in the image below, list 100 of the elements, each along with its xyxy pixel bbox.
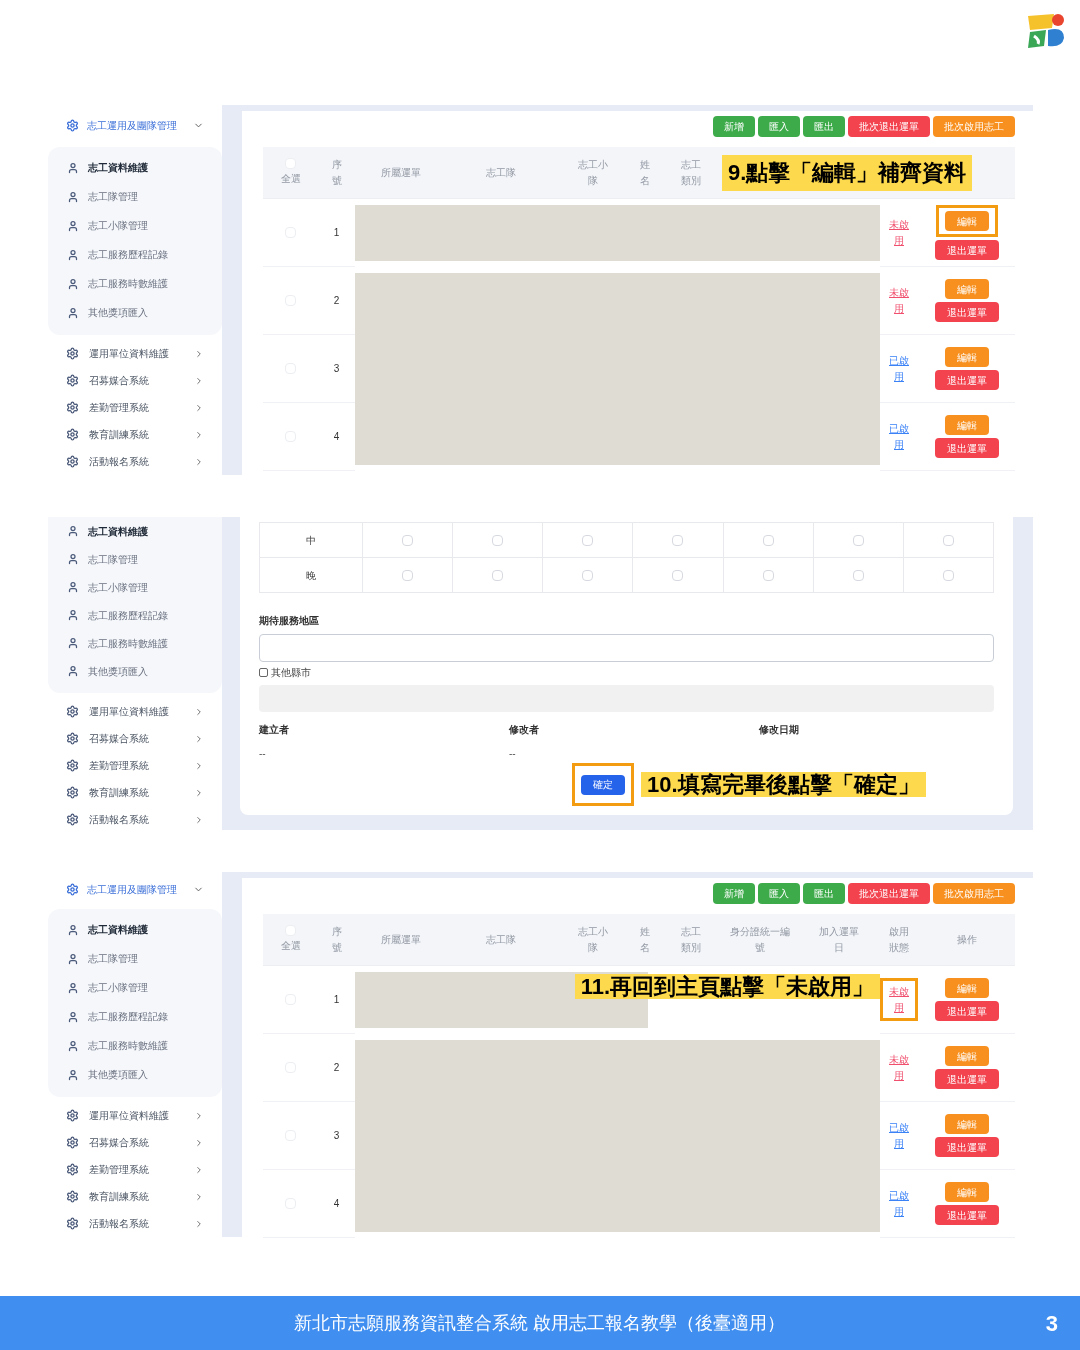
status-link[interactable]: 已啟用 xyxy=(888,352,910,385)
sidebar-group[interactable]: 差勤管理系統 xyxy=(48,394,222,421)
status-link[interactable]: 已啟用 xyxy=(888,1187,910,1220)
user-icon xyxy=(67,190,79,203)
sidebar-group[interactable]: 活動報名系統 xyxy=(48,1210,222,1237)
sidebar-group[interactable]: 召募媒合系統 xyxy=(48,367,222,394)
checkbox[interactable] xyxy=(259,668,268,677)
action-button[interactable]: 退出運單 xyxy=(934,370,999,390)
user-icon xyxy=(67,1039,79,1052)
gear-icon xyxy=(66,1109,79,1122)
time-slot-label: 晚 xyxy=(306,568,316,583)
sidebar-group[interactable]: 運用單位資料維護 xyxy=(48,1102,222,1129)
instruction-callout: 10.填寫完畢後點擊「確定」 xyxy=(641,771,926,797)
sidebar-item[interactable]: 志工資料維護 xyxy=(48,153,222,182)
user-icon xyxy=(67,248,79,261)
column-header: 志工隊 xyxy=(486,165,516,180)
user-icon xyxy=(67,553,79,565)
status-link[interactable]: 未啟用 xyxy=(888,216,910,249)
sidebar-item[interactable]: 志工小隊管理 xyxy=(48,573,222,601)
sidebar-item[interactable]: 志工小隊管理 xyxy=(48,211,222,240)
sidebar-group[interactable]: 運用單位資料維護 xyxy=(48,698,222,725)
sidebar-item[interactable]: 志工服務歷程記錄 xyxy=(48,240,222,269)
column-header: 志工小隊 xyxy=(577,157,608,188)
row-number: 3 xyxy=(333,1129,340,1143)
toolbar-button[interactable]: 批次退出運單 xyxy=(848,116,930,137)
column-header: 姓名 xyxy=(639,157,651,188)
confirm-button[interactable]: 確定 xyxy=(581,774,625,795)
toolbar-button[interactable]: 批次退出運單 xyxy=(848,883,930,904)
chevron-right-icon xyxy=(194,760,204,771)
gear-icon xyxy=(66,759,79,772)
sidebar-item[interactable]: 志工資料維護 xyxy=(48,517,222,545)
chevron-right-icon xyxy=(194,402,204,413)
toolbar-button[interactable]: 匯出 xyxy=(803,116,845,137)
sidebar-group[interactable]: 差勤管理系統 xyxy=(48,752,222,779)
sidebar-item[interactable]: 志工小隊管理 xyxy=(48,973,222,1002)
sidebar-group[interactable]: 教育訓練系統 xyxy=(48,1183,222,1210)
sidebar-item[interactable]: 志工隊管理 xyxy=(48,182,222,211)
user-icon xyxy=(67,609,79,621)
instruction-callout: 11.再回到主頁點擊「未啟用」 xyxy=(574,974,880,999)
sidebar-group[interactable]: 活動報名系統 xyxy=(48,448,222,475)
sidebar-group[interactable]: 差勤管理系統 xyxy=(48,1156,222,1183)
chevron-right-icon xyxy=(194,1218,204,1229)
sidebar-item[interactable]: 志工服務歷程記錄 xyxy=(48,601,222,629)
column-header: 所屬運單 xyxy=(381,165,421,180)
sidebar-group[interactable]: 教育訓練系統 xyxy=(48,421,222,448)
sidebar-item[interactable]: 志工隊管理 xyxy=(48,944,222,973)
sidebar-group[interactable]: 活動報名系統 xyxy=(48,806,222,833)
sidebar-item[interactable]: 其他獎項匯入 xyxy=(48,657,222,685)
status-link[interactable]: 未啟用 xyxy=(888,284,910,317)
field-value: -- xyxy=(509,748,517,760)
gear-icon xyxy=(66,813,79,826)
field-value: -- xyxy=(259,748,267,760)
chevron-right-icon xyxy=(194,1110,204,1121)
status-link[interactable]: 未啟用 xyxy=(888,983,910,1016)
user-icon xyxy=(67,952,79,965)
sidebar-group[interactable]: 志工運用及團隊管理 xyxy=(48,113,222,137)
status-link[interactable]: 已啟用 xyxy=(888,420,910,453)
status-link[interactable]: 未啟用 xyxy=(888,1051,910,1084)
sidebar-group[interactable]: 運用單位資料維護 xyxy=(48,340,222,367)
toolbar-button[interactable]: 匯入 xyxy=(758,116,800,137)
sidebar-item[interactable]: 志工隊管理 xyxy=(48,545,222,573)
sidebar-group[interactable]: 教育訓練系統 xyxy=(48,779,222,806)
sidebar-item[interactable]: 志工服務時數維護 xyxy=(48,629,222,657)
row-number: 4 xyxy=(333,1197,340,1211)
gear-icon xyxy=(66,118,79,132)
gear-icon xyxy=(66,374,79,387)
sidebar-item[interactable]: 志工服務時數維護 xyxy=(48,269,222,298)
toolbar-button[interactable]: 新增 xyxy=(713,883,755,904)
action-button[interactable]: 退出運單 xyxy=(934,438,999,458)
sidebar-group[interactable]: 召募媒合系統 xyxy=(48,725,222,752)
column-header: 加入運單日 xyxy=(818,924,860,955)
toolbar-button[interactable]: 匯出 xyxy=(803,883,845,904)
user-icon xyxy=(67,306,79,319)
action-button[interactable]: 退出運單 xyxy=(934,1001,999,1021)
column-header: 操作 xyxy=(956,932,977,947)
toolbar-button[interactable]: 匯入 xyxy=(758,883,800,904)
column-header: 志工隊 xyxy=(486,932,516,947)
action-button[interactable]: 退出運單 xyxy=(934,1069,999,1089)
sidebar-item[interactable]: 志工服務時數維護 xyxy=(48,1031,222,1060)
action-button[interactable]: 退出運單 xyxy=(934,1137,999,1157)
sidebar-item[interactable]: 其他獎項匯入 xyxy=(48,1060,222,1089)
input-field[interactable] xyxy=(259,634,994,662)
group-label: 志工運用及團隊管理 xyxy=(87,118,178,133)
column-header: 志工類別 xyxy=(680,924,702,955)
action-button[interactable]: 退出運單 xyxy=(934,240,999,260)
action-button[interactable]: 退出運單 xyxy=(934,1205,999,1225)
gear-icon xyxy=(66,883,79,896)
sidebar-item[interactable]: 志工資料維護 xyxy=(48,915,222,944)
status-link[interactable]: 已啟用 xyxy=(888,1119,910,1152)
user-icon xyxy=(67,665,79,677)
gear-icon xyxy=(66,1217,79,1230)
field-label: 期待服務地區 xyxy=(259,614,320,628)
sidebar-group[interactable]: 召募媒合系統 xyxy=(48,1129,222,1156)
chevron-right-icon xyxy=(194,814,204,825)
toolbar-button[interactable]: 新增 xyxy=(713,116,755,137)
gear-icon xyxy=(66,428,79,441)
sidebar-item[interactable]: 志工服務歷程記錄 xyxy=(48,1002,222,1031)
sidebar-item[interactable]: 其他獎項匯入 xyxy=(48,298,222,327)
sidebar-group[interactable]: 志工運用及團隊管理 xyxy=(48,880,222,899)
action-button[interactable]: 退出運單 xyxy=(934,302,999,322)
